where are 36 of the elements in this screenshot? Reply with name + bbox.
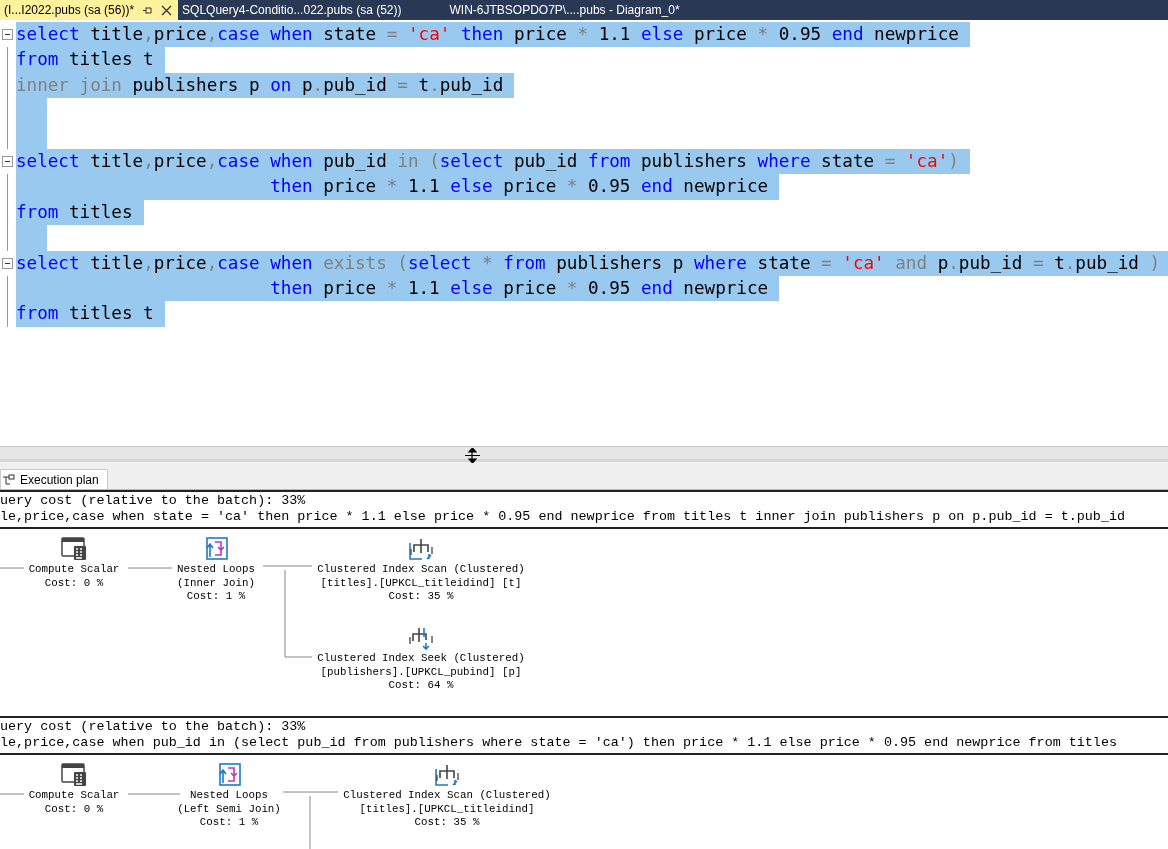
document-tab[interactable]: SQLQuery4-Conditio...022.pubs (sa (52)) [178, 0, 408, 20]
connector-line [309, 795, 311, 849]
calculator-window-icon[interactable] [61, 763, 87, 787]
query-text: le,price,case when pub_id in (select pub_id from publishers where state = 'ca') then price * 1.1 else price * 0.95 end newprice from titles [0, 735, 1118, 751]
plan-node-label: Compute Scalar Cost: 0 % [28, 789, 120, 816]
resize-cursor-icon [465, 448, 480, 463]
connector-line [282, 791, 339, 793]
index-scan-icon[interactable] [434, 763, 460, 787]
loop-arrows-icon[interactable] [204, 537, 228, 561]
index-seek-icon[interactable] [408, 626, 434, 650]
plan-node-label: Compute Scalar Cost: 0 % [28, 563, 120, 590]
pin-icon[interactable] [142, 4, 154, 16]
collapse-icon[interactable] [2, 257, 13, 269]
plan-node-label: Clustered Index Scan (Clustered) [titles].[UPKCL_titleidind] [t] Cost: 35 % [317, 563, 525, 604]
plan-icon [3, 473, 15, 486]
plan-node-label: Nested Loops (Left Semi Join) Cost: 1 % [177, 789, 281, 830]
close-icon[interactable] [161, 4, 173, 16]
connector-line [127, 793, 181, 795]
query-text: le,price,case when state = 'ca' then price * 1.1 else price * 0.95 end newprice from titles t inner join publishers p on p.pub_id = t.pub_id [0, 509, 1126, 525]
plan-node-label: Nested Loops (Inner Join) Cost: 1 % [177, 563, 255, 604]
index-scan-icon[interactable] [408, 537, 434, 561]
connector-line [0, 793, 25, 795]
query-cost-text: uery cost (relative to the batch): 33% [0, 719, 307, 735]
query-cost-text: uery cost (relative to the batch): 33% [0, 493, 307, 509]
loop-arrows-icon[interactable] [217, 763, 241, 787]
plan-node-label: Clustered Index Scan (Clustered) [titles].[UPKCL_titleidind] Cost: 35 % [343, 789, 551, 830]
document-tab[interactable]: WIN-6JTBSOPDO7P\....pubs - Diagram_0* [445, 0, 686, 20]
connector-line [262, 565, 313, 567]
results-tab[interactable]: Execution plan [0, 469, 108, 489]
collapse-icon[interactable] [2, 29, 13, 40]
connector-line [127, 567, 173, 569]
plan-node-label: Clustered Index Seek (Clustered) [publishers].[UPKCL_pubind] [p] Cost: 64 % [317, 652, 525, 693]
collapse-icon[interactable] [2, 155, 13, 167]
document-tab[interactable]: (I...I2022.pubs (sa (56))* [0, 0, 179, 20]
calculator-window-icon[interactable] [61, 537, 87, 561]
connector-line [0, 567, 25, 569]
